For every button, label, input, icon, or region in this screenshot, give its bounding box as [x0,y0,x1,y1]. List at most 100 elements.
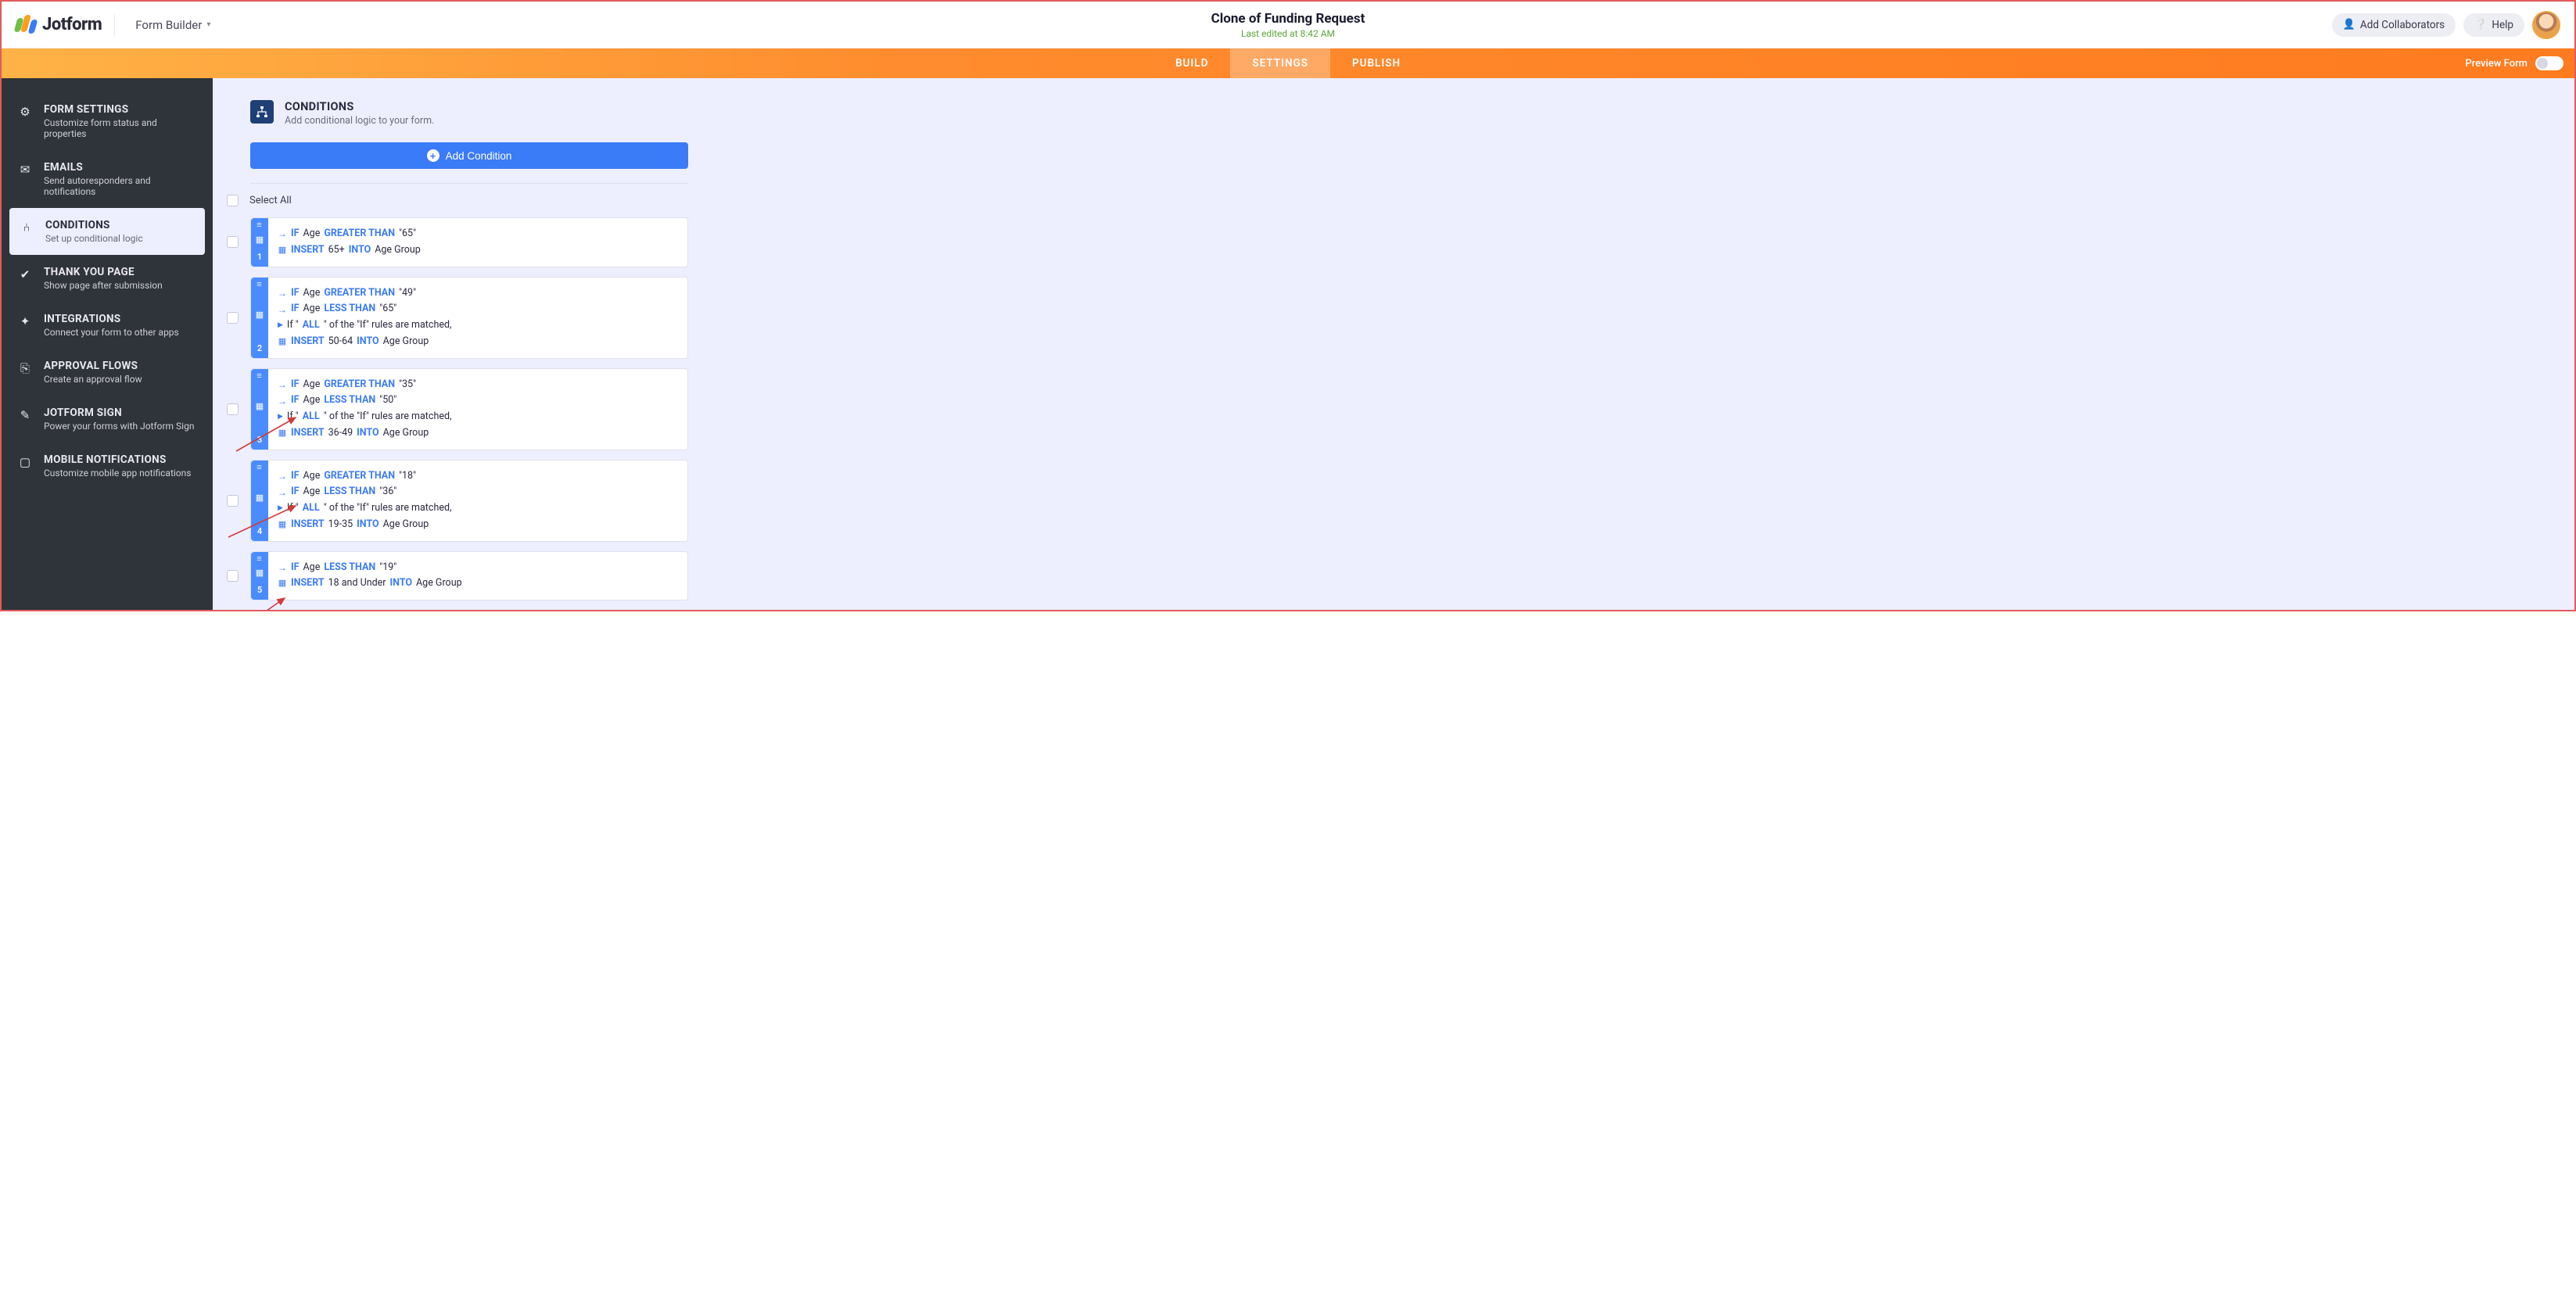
condition-checkbox[interactable] [227,312,239,324]
match-all-line: ▶ If "ALL" of the "If" rules are matched… [278,318,678,333]
sidebar-item-form-settings[interactable]: ⚙FORM SETTINGSCustomize form status and … [2,92,213,150]
conditions-icon [250,100,274,124]
kw-all: ALL [303,501,320,516]
calculator-icon: ▦ [278,244,287,257]
calculator-icon: ▦ [278,518,287,532]
preview-toggle[interactable] [2535,56,2563,70]
rule-value: "49" [399,286,416,301]
help-icon: ❔ [2474,19,2487,30]
rule-value: "19" [379,561,396,575]
rule-field: Age [303,378,321,392]
arrow-right-icon: → [278,303,287,317]
sidebar-item-thank-you-page[interactable]: ✔THANK YOU PAGEShow page after submissio… [2,255,213,302]
add-condition-button[interactable]: + Add Condition [250,142,688,169]
condition-row: ≡▦4→ IF Age GREATER THAN "18"→ IF Age LE… [250,460,688,542]
select-all-row: Select All [227,195,688,206]
rule-value: "18" [399,469,416,484]
kw-insert: INSERT [291,518,325,532]
help-label: Help [2492,19,2513,31]
sidebar-item-desc: Set up conditional logic [45,233,143,244]
kw-insert: INSERT [291,426,325,441]
insert-value: 36-49 [328,426,353,441]
kw-into: INTO [349,243,371,258]
drag-icon: ≡ [257,557,262,561]
if-rule-line: → IF Age LESS THAN "50" [278,393,678,408]
card-drag-handle[interactable]: ≡▦3 [251,369,268,450]
condition-checkbox[interactable] [227,495,239,507]
sidebar-item-title: EMAILS [44,161,197,174]
add-collaborators-button[interactable]: 👤 Add Collaborators [2332,13,2456,37]
condition-checkbox[interactable] [227,236,239,248]
tab-settings[interactable]: SETTINGS [1230,48,1330,78]
sign-icon: ✎ [17,407,33,423]
insert-value: 50-64 [328,335,353,349]
top-bar: Jotform Form Builder ▾ Clone of Funding … [2,2,2574,48]
preview-form-toggle-group: Preview Form [2465,48,2563,78]
condition-card[interactable]: ≡▦2→ IF Age GREATER THAN "49"→ IF Age LE… [250,277,688,359]
kw-operator: LESS THAN [324,485,375,500]
arrow-right-icon: → [278,227,287,241]
calculator-icon: ▦ [278,427,287,440]
kw-into: INTO [357,335,379,349]
sidebar-item-integrations[interactable]: ✦INTEGRATIONSConnect your form to other … [2,302,213,349]
vertical-divider [114,15,115,35]
sidebar-item-jotform-sign[interactable]: ✎JOTFORM SIGNPower your forms with Jotfo… [2,396,213,443]
card-drag-handle[interactable]: ≡▦4 [251,461,268,541]
card-drag-handle[interactable]: ≡▦1 [251,218,268,267]
sidebar-item-emails[interactable]: ✉EMAILSSend autoresponders and notificat… [2,150,213,208]
insert-line: ▦ INSERT 19-35 INTO Age Group [278,518,678,532]
kw-if: IF [291,302,300,317]
form-builder-dropdown[interactable]: Form Builder ▾ [127,13,218,37]
into-field: Age Group [383,518,429,532]
top-right-actions: 👤 Add Collaborators ❔ Help [2332,11,2560,39]
condition-row: ≡▦3 → IF Age GREATER THAN "35"→ IF Age LE… [250,368,688,450]
card-body: → IF Age GREATER THAN "18"→ IF Age LESS … [268,461,687,541]
triangle-right-icon: ▶ [278,504,283,514]
horizontal-divider [250,183,688,184]
calculator-icon: ▦ [278,335,287,349]
tab-publish[interactable]: PUBLISH [1330,48,1423,78]
brand-logo[interactable]: Jotform [16,15,102,35]
insert-value: 19-35 [328,518,353,532]
sidebar-item-conditions[interactable]: ⑃CONDITIONSSet up conditional logic [9,208,205,255]
insert-line: ▦ INSERT 50-64 INTO Age Group [278,335,678,349]
triangle-right-icon: ▶ [278,321,283,332]
if-rule-line: → IF Age GREATER THAN "65" [278,227,678,242]
help-button[interactable]: ❔ Help [2463,13,2524,37]
condition-checkbox[interactable] [227,570,239,582]
kw-if: IF [291,378,300,392]
insert-line: ▦ INSERT 65+ INTO Age Group [278,243,678,258]
rule-field: Age [303,469,321,484]
card-drag-handle[interactable]: ≡▦5 [251,552,268,600]
condition-card[interactable]: ≡▦1 → IF Age GREATER THAN "65"▦ INSERT 65… [250,217,688,267]
arrow-right-icon: → [278,469,287,483]
condition-checkbox[interactable] [227,403,239,415]
kw-operator: LESS THAN [324,561,375,575]
card-number: 3 [257,435,262,445]
match-all-line: ▶ If "ALL" of the "If" rules are matched… [278,410,678,425]
sidebar-item-title: APPROVAL FLOWS [44,360,142,372]
condition-card[interactable]: ≡▦3 → IF Age GREATER THAN "35"→ IF Age LE… [250,368,688,450]
insert-line: ▦ INSERT 18 and Under INTO Age Group [278,576,678,591]
sidebar-item-approval-flows[interactable]: ⎘APPROVAL FLOWSCreate an approval flow [2,349,213,396]
sidebar-item-desc: Create an approval flow [44,374,142,385]
kw-insert: INSERT [291,335,325,349]
rule-value: "65" [399,227,416,242]
sidebar-item-mobile-notifications[interactable]: ▢MOBILE NOTIFICATIONSCustomize mobile ap… [2,443,213,489]
kw-if: IF [291,469,300,484]
if-rule-line: → IF Age GREATER THAN "35" [278,378,678,392]
kw-operator: LESS THAN [324,302,375,317]
form-title[interactable]: Clone of Funding Request [1211,11,1365,27]
kw-if: IF [291,227,300,242]
select-all-checkbox[interactable] [227,195,239,206]
mode-tabbar: BUILD SETTINGS PUBLISH Preview Form [2,48,2574,78]
arrow-right-icon: → [278,486,287,500]
card-drag-handle[interactable]: ≡▦2 [251,278,268,358]
kw-insert: INSERT [291,243,325,258]
condition-card[interactable]: ≡▦5→ IF Age LESS THAN "19"▦ INSERT 18 an… [250,551,688,601]
tab-build[interactable]: BUILD [1153,48,1230,78]
user-avatar[interactable] [2532,11,2560,39]
card-type-icon: ▦ [256,235,264,245]
condition-card[interactable]: ≡▦4→ IF Age GREATER THAN "18"→ IF Age LE… [250,460,688,542]
preview-form-label: Preview Form [2465,58,2528,70]
